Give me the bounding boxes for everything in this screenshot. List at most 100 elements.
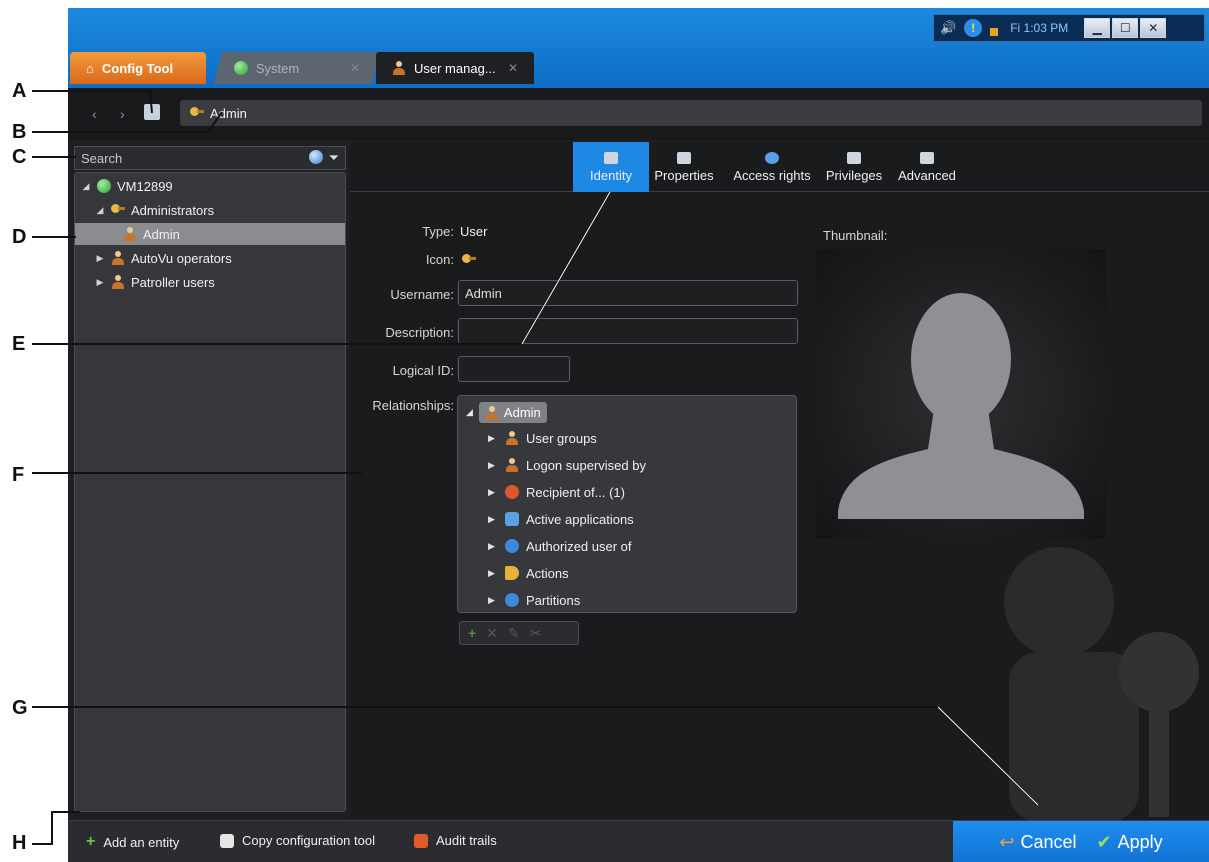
search-placeholder: Search xyxy=(81,150,123,166)
tab-label: Access rights xyxy=(733,167,811,183)
collapsed-arrow-icon[interactable]: ▶ xyxy=(488,433,498,444)
callout-e: E xyxy=(12,333,26,355)
logical-id-label: Logical ID: xyxy=(392,363,454,378)
bookmark-icon[interactable] xyxy=(144,104,160,120)
relationship-label: Recipient of... (1) xyxy=(526,484,625,500)
relationships-tree: ◢ Admin ▶ User groups ▶ Logon supervised… xyxy=(457,395,797,613)
relationship-active-applications[interactable]: ▶ Active applications xyxy=(488,508,634,530)
signal-icon xyxy=(990,28,999,36)
relationships-root-label: Admin xyxy=(503,405,541,420)
app-window: 🔊 ! Fi 1:03 PM ▁ ☐ ✕ ⌂ Config Tool Syste… xyxy=(68,8,1209,862)
relationship-authorized-user-of[interactable]: ▶ Authorized user of xyxy=(488,535,632,557)
collapsed-arrow-icon[interactable]: ▶ xyxy=(488,541,498,552)
relationship-label: Partitions xyxy=(526,592,581,608)
relationship-recipient-of[interactable]: ▶ Recipient of... (1) xyxy=(488,481,625,503)
bottom-bar: + Add an entity Copy configuration tool … xyxy=(68,820,1209,862)
apply-button[interactable]: ✔ Apply xyxy=(1097,832,1163,853)
expanded-arrow-icon[interactable]: ◢ xyxy=(81,181,91,192)
tab-label: Config Tool xyxy=(101,60,174,76)
collapsed-arrow-icon[interactable]: ▶ xyxy=(95,253,105,264)
breadcrumb-label: Admin xyxy=(210,105,247,121)
collapsed-arrow-icon[interactable]: ▶ xyxy=(488,460,498,471)
type-label: Type: xyxy=(422,224,454,239)
relationship-logon-supervised-by[interactable]: ▶ Logon supervised by xyxy=(488,454,646,476)
user-group-icon xyxy=(111,251,125,265)
user-group-icon xyxy=(111,203,125,217)
edit-relationship-icon[interactable]: ✎ xyxy=(508,625,520,642)
tab-properties[interactable]: Properties xyxy=(649,142,719,192)
close-icon[interactable]: ✕ xyxy=(350,61,360,75)
back-button[interactable]: ‹ xyxy=(92,106,97,122)
relationship-partitions[interactable]: ▶ Partitions xyxy=(488,589,580,611)
collapsed-arrow-icon[interactable]: ▶ xyxy=(95,277,105,288)
tree-item-label: VM12899 xyxy=(117,178,173,194)
relationship-user-groups[interactable]: ▶ User groups xyxy=(488,427,597,449)
undo-icon: ↩ xyxy=(999,831,1015,852)
description-field[interactable] xyxy=(458,318,798,344)
copy-configuration-label: Copy configuration tool xyxy=(242,833,375,848)
user-group-icon xyxy=(111,275,125,289)
background-key-icon xyxy=(1004,547,1199,822)
user-key-icon[interactable] xyxy=(462,253,476,267)
unlink-relationship-icon[interactable]: ✂ xyxy=(530,625,542,642)
close-button[interactable]: ✕ xyxy=(1140,18,1167,38)
tab-user-management[interactable]: User manag... ✕ xyxy=(376,52,534,84)
minimize-button[interactable]: ▁ xyxy=(1084,18,1111,38)
tab-access-rights[interactable]: Access rights xyxy=(727,142,817,192)
system-tray: 🔊 ! Fi 1:03 PM ▁ ☐ ✕ xyxy=(933,14,1205,42)
user-icon xyxy=(392,61,406,75)
close-icon[interactable]: ✕ xyxy=(508,61,518,75)
callout-c: C xyxy=(12,146,27,168)
filter-globe-icon[interactable] xyxy=(308,150,323,164)
collapsed-arrow-icon[interactable]: ▶ xyxy=(488,595,498,606)
filter-icon[interactable]: ⏷ xyxy=(329,150,339,166)
breadcrumb[interactable]: Admin xyxy=(180,100,1202,126)
maximize-button[interactable]: ☐ xyxy=(1112,18,1139,38)
search-input[interactable]: Search ⏷ xyxy=(74,146,346,170)
expanded-arrow-icon[interactable]: ◢ xyxy=(466,407,473,418)
cancel-label: Cancel xyxy=(1020,831,1077,852)
relationship-actions[interactable]: ▶ Actions xyxy=(488,562,569,584)
add-entity-button[interactable]: + Add an entity xyxy=(86,833,179,851)
tree-item-administrators[interactable]: ◢ Administrators xyxy=(75,199,345,221)
tab-config-tool[interactable]: ⌂ Config Tool xyxy=(70,52,206,84)
warning-icon[interactable]: ! xyxy=(964,19,983,37)
relationships-root[interactable]: ◢ Admin xyxy=(466,402,547,423)
speaker-icon[interactable]: 🔊 xyxy=(940,20,956,36)
advanced-icon xyxy=(920,151,934,164)
tab-identity[interactable]: Identity xyxy=(573,142,649,192)
tab-advanced[interactable]: Advanced xyxy=(890,142,964,192)
icon-label: Icon: xyxy=(425,252,454,267)
relationship-label: Actions xyxy=(526,565,569,581)
username-field[interactable] xyxy=(458,280,798,306)
window-controls: ▁ ☐ ✕ xyxy=(1084,18,1167,38)
relationship-label: Authorized user of xyxy=(526,538,632,554)
collapsed-arrow-icon[interactable]: ▶ xyxy=(488,487,498,498)
collapsed-arrow-icon[interactable]: ▶ xyxy=(488,568,498,579)
collapsed-arrow-icon[interactable]: ▶ xyxy=(488,514,498,525)
add-relationship-icon[interactable]: + xyxy=(468,625,476,641)
entity-tree: ◢ VM12899 ◢ Administrators Admin ▶ AutoV… xyxy=(74,172,346,812)
checkmark-icon: ✔ xyxy=(1096,831,1112,852)
callout-g: G xyxy=(12,697,28,719)
task-tabs: ⌂ Config Tool System ✕ User manag... ✕ xyxy=(68,50,1209,88)
copy-configuration-tool-button[interactable]: Copy configuration tool xyxy=(220,833,375,848)
type-value: User xyxy=(460,224,488,239)
audit-trails-button[interactable]: Audit trails xyxy=(414,833,497,848)
expanded-arrow-icon[interactable]: ◢ xyxy=(95,205,105,216)
callout-h: H xyxy=(12,832,27,854)
tab-privileges[interactable]: Privileges xyxy=(822,142,886,192)
logical-id-field[interactable] xyxy=(458,356,570,382)
forward-button[interactable]: › xyxy=(120,106,125,122)
tree-item-root[interactable]: ◢ VM12899 xyxy=(75,175,345,197)
cancel-button[interactable]: ↩ Cancel xyxy=(999,832,1076,853)
tab-label: User manag... xyxy=(414,60,496,76)
thumbnail-picture[interactable] xyxy=(816,249,1106,539)
save-actions: ↩ Cancel ✔ Apply xyxy=(953,821,1209,862)
application-icon xyxy=(505,512,519,526)
remove-relationship-icon[interactable]: ✕ xyxy=(486,625,498,642)
tab-label: Properties xyxy=(654,167,714,183)
globe-icon xyxy=(97,179,111,193)
megaphone-icon xyxy=(505,566,519,580)
tab-system[interactable]: System ✕ xyxy=(214,52,380,84)
